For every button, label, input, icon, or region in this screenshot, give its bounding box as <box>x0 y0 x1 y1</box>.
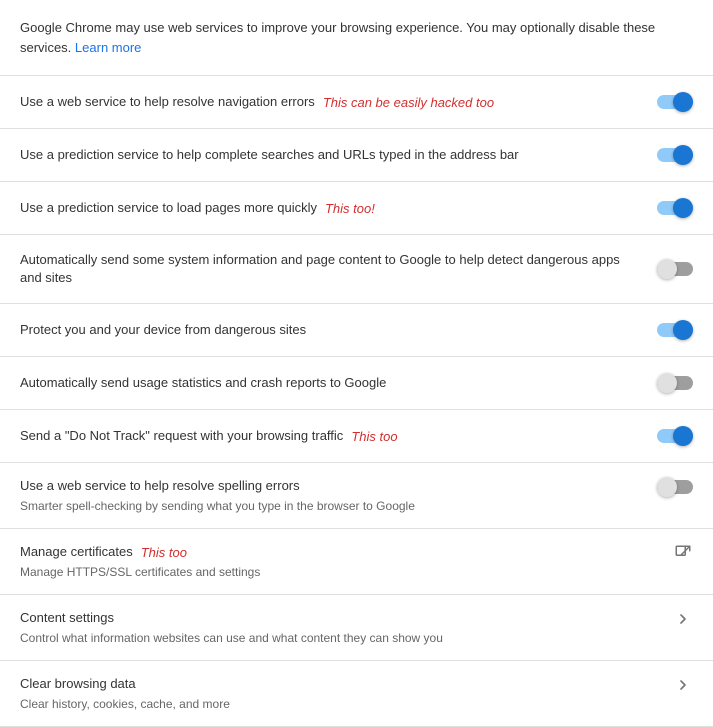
setting-left-dangerous-sites: Protect you and your device from dangero… <box>20 321 657 339</box>
toggle-system-info[interactable] <box>657 259 693 279</box>
setting-sublabel-certificates: Manage HTTPS/SSL certificates and settin… <box>20 564 657 581</box>
toggle-prediction-searches[interactable] <box>657 145 693 165</box>
setting-right-usage-stats <box>657 373 693 393</box>
setting-left-certificates: Manage certificates This too Manage HTTPS/… <box>20 543 673 580</box>
setting-left-prediction-pages: Use a prediction service to load pages m… <box>20 199 657 217</box>
toggle-thumb-nav-errors <box>673 92 693 112</box>
setting-row-dangerous-sites: Protect you and your device from dangero… <box>0 304 713 357</box>
setting-row-do-not-track: Send a "Do Not Track" request with your … <box>0 410 713 463</box>
setting-row-spelling-errors: Use a web service to help resolve spelli… <box>0 463 713 529</box>
setting-label-spelling-errors: Use a web service to help resolve spelli… <box>20 477 300 495</box>
settings-list: Use a web service to help resolve naviga… <box>0 76 713 727</box>
setting-right-clear-browsing <box>673 675 693 695</box>
setting-label-dangerous-sites: Protect you and your device from dangero… <box>20 321 306 339</box>
toggle-thumb-prediction-pages <box>673 198 693 218</box>
setting-row-system-info: Automatically send some system informati… <box>0 235 713 304</box>
toggle-dangerous-sites[interactable] <box>657 320 693 340</box>
setting-right-system-info <box>657 259 693 279</box>
setting-row-clear-browsing: Clear browsing data Clear history, cookie… <box>0 661 713 727</box>
chevron-right-icon-content-settings[interactable] <box>673 609 693 629</box>
setting-left-content-settings: Content settings Control what information… <box>20 609 673 646</box>
annotation-do-not-track: This too <box>351 429 397 444</box>
toggle-usage-stats[interactable] <box>657 373 693 393</box>
top-notice: Google Chrome may use web services to im… <box>0 0 713 76</box>
toggle-thumb-dangerous-sites <box>673 320 693 340</box>
annotation-certificates: This too <box>141 545 187 560</box>
setting-label-usage-stats: Automatically send usage statistics and … <box>20 374 386 392</box>
annotation-nav-errors: This can be easily hacked too <box>323 95 494 110</box>
setting-right-spelling-errors <box>657 477 693 497</box>
setting-row-usage-stats: Automatically send usage statistics and … <box>0 357 713 410</box>
setting-label-prediction-searches: Use a prediction service to help complet… <box>20 146 519 164</box>
learn-more-link[interactable]: Learn more <box>75 40 141 55</box>
annotation-prediction-pages: This too! <box>325 201 375 216</box>
setting-label-prediction-pages: Use a prediction service to load pages m… <box>20 199 317 217</box>
chevron-right-icon-clear-browsing[interactable] <box>673 675 693 695</box>
toggle-do-not-track[interactable] <box>657 426 693 446</box>
setting-row-nav-errors: Use a web service to help resolve naviga… <box>0 76 713 129</box>
setting-left-spelling-errors: Use a web service to help resolve spelli… <box>20 477 657 514</box>
toggle-spelling-errors[interactable] <box>657 477 693 497</box>
toggle-thumb-do-not-track <box>673 426 693 446</box>
setting-right-content-settings <box>673 609 693 629</box>
setting-row-prediction-pages: Use a prediction service to load pages m… <box>0 182 713 235</box>
setting-label-do-not-track: Send a "Do Not Track" request with your … <box>20 427 343 445</box>
setting-left-system-info: Automatically send some system informati… <box>20 251 657 287</box>
toggle-thumb-spelling-errors <box>657 477 677 497</box>
external-link-icon-certificates[interactable] <box>673 543 693 563</box>
toggle-nav-errors[interactable] <box>657 92 693 112</box>
setting-left-clear-browsing: Clear browsing data Clear history, cookie… <box>20 675 673 712</box>
setting-row-content-settings: Content settings Control what information… <box>0 595 713 661</box>
setting-label-clear-browsing: Clear browsing data <box>20 675 136 693</box>
setting-right-nav-errors <box>657 92 693 112</box>
setting-left-do-not-track: Send a "Do Not Track" request with your … <box>20 427 657 445</box>
setting-left-nav-errors: Use a web service to help resolve naviga… <box>20 93 657 111</box>
setting-left-prediction-searches: Use a prediction service to help complet… <box>20 146 657 164</box>
setting-label-system-info: Automatically send some system informati… <box>20 251 641 287</box>
toggle-thumb-system-info <box>657 259 677 279</box>
setting-label-nav-errors: Use a web service to help resolve naviga… <box>20 93 315 111</box>
setting-right-dangerous-sites <box>657 320 693 340</box>
setting-right-certificates <box>673 543 693 563</box>
setting-label-content-settings: Content settings <box>20 609 114 627</box>
setting-sublabel-clear-browsing: Clear history, cookies, cache, and more <box>20 696 657 713</box>
setting-sublabel-spelling-errors: Smarter spell-checking by sending what y… <box>20 498 641 515</box>
setting-left-usage-stats: Automatically send usage statistics and … <box>20 374 657 392</box>
setting-right-do-not-track <box>657 426 693 446</box>
setting-right-prediction-searches <box>657 145 693 165</box>
setting-right-prediction-pages <box>657 198 693 218</box>
toggle-thumb-usage-stats <box>657 373 677 393</box>
setting-row-prediction-searches: Use a prediction service to help complet… <box>0 129 713 182</box>
toggle-prediction-pages[interactable] <box>657 198 693 218</box>
setting-row-certificates: Manage certificates This too Manage HTTPS/… <box>0 529 713 595</box>
toggle-thumb-prediction-searches <box>673 145 693 165</box>
setting-label-certificates: Manage certificates <box>20 543 133 561</box>
setting-sublabel-content-settings: Control what information websites can us… <box>20 630 657 647</box>
